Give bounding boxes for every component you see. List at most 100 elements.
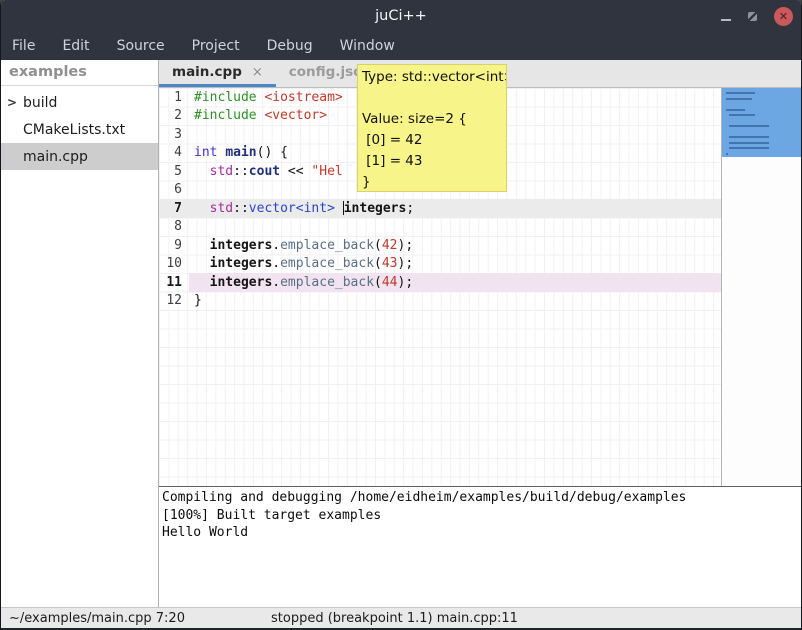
menu-bar: File Edit Source Project Debug Window — [1, 32, 801, 60]
token: <iostream> — [264, 90, 342, 105]
tree-item-label: CMakeLists.txt — [23, 122, 125, 138]
tree-item-build[interactable]: > build — [1, 89, 158, 116]
token: <vector> — [264, 108, 327, 123]
tree-item-CMakeLists.txt[interactable]: CMakeLists.txt — [1, 116, 158, 143]
console-line: Hello World — [162, 524, 801, 542]
menu-file[interactable]: File — [12, 38, 35, 54]
minimap-line — [726, 153, 728, 155]
line-number[interactable]: 8 — [159, 219, 189, 234]
tooltip-line: } — [362, 172, 502, 192]
code-line-11[interactable]: 11 integers.emplace_back(44); — [159, 273, 721, 292]
file-tree: > build CMakeLists.txt main.cpp — [1, 86, 158, 170]
tooltip-line: Value: size=2 { — [362, 109, 502, 130]
menu-window[interactable]: Window — [340, 38, 395, 54]
token: integers — [210, 238, 273, 253]
line-number[interactable]: 12 — [159, 293, 189, 308]
token: . — [272, 238, 280, 253]
token: ( — [374, 256, 382, 271]
menu-debug[interactable]: Debug — [267, 38, 313, 54]
minimap[interactable] — [721, 88, 801, 486]
token — [194, 201, 210, 216]
token: "Hel — [311, 164, 342, 179]
line-text: std::vector<int> integers; — [189, 199, 721, 218]
close-button[interactable]: ✕ — [774, 7, 793, 26]
line-number[interactable]: 9 — [159, 238, 189, 253]
debug-tooltip: Type: std::vector<int> Value: size=2 { [… — [357, 64, 507, 192]
tab-label: main.cpp — [172, 64, 242, 80]
debug-status: stopped (breakpoint 1.1) main.cpp:11 — [271, 611, 518, 626]
maximize-icon[interactable] — [748, 12, 757, 21]
token: ); — [398, 238, 414, 253]
token: emplace_back — [280, 256, 374, 271]
token: ); — [398, 256, 414, 271]
close-icon: ✕ — [779, 11, 788, 22]
token: :: — [233, 201, 249, 216]
tooltip-line — [362, 88, 502, 109]
line-number[interactable]: 5 — [159, 164, 189, 179]
token: #include — [194, 90, 264, 105]
minimap-line — [729, 114, 755, 116]
token: 44 — [382, 275, 398, 290]
minimap-viewport[interactable] — [722, 88, 801, 157]
project-name: examples — [1, 60, 158, 86]
code-line-10[interactable]: 10 integers.emplace_back(43); — [159, 255, 721, 274]
token: :: — [233, 164, 249, 179]
tooltip-line: [0] = 42 — [362, 130, 502, 151]
minimap-line — [726, 92, 755, 94]
line-number[interactable]: 7 — [159, 201, 189, 216]
tree-item-label: main.cpp — [23, 149, 88, 165]
token: vector<int> — [249, 201, 335, 216]
token: ( — [374, 275, 382, 290]
line-number[interactable]: 1 — [159, 90, 189, 105]
output-console[interactable]: Compiling and debugging /home/eidheim/ex… — [159, 486, 801, 607]
menu-source[interactable]: Source — [117, 38, 165, 54]
token — [194, 164, 210, 179]
app-window: juCi++ ✕ File Edit Source Project Debug Windo… — [0, 0, 802, 630]
line-number[interactable]: 10 — [159, 256, 189, 271]
status-bar: ~/examples/main.cpp 7:20 stopped (breakp… — [1, 607, 801, 628]
token: 43 — [382, 256, 398, 271]
code-line-12[interactable]: 12} — [159, 292, 721, 311]
code-line-7[interactable]: 7 std::vector<int> integers; — [159, 199, 721, 218]
token: () { — [257, 145, 288, 160]
token: . — [272, 256, 280, 271]
line-number[interactable]: 6 — [159, 182, 189, 197]
token: #include — [194, 108, 264, 123]
minimap-line — [729, 125, 769, 127]
tree-item-label: build — [23, 95, 57, 111]
minimap-line — [729, 142, 769, 144]
token: ); — [398, 275, 414, 290]
tab-main.cpp[interactable]: main.cpp × — [159, 60, 276, 87]
line-text: integers.emplace_back(43); — [189, 255, 721, 274]
token: int — [194, 145, 217, 160]
line-number[interactable]: 4 — [159, 145, 189, 160]
token — [194, 256, 210, 271]
token: << — [280, 164, 311, 179]
menu-project[interactable]: Project — [192, 38, 240, 54]
token: cout — [249, 164, 280, 179]
line-number[interactable]: 11 — [159, 275, 189, 290]
token: std — [210, 201, 233, 216]
tree-item-main.cpp[interactable]: main.cpp — [1, 143, 158, 170]
token: . — [272, 275, 280, 290]
token: integers — [210, 256, 273, 271]
line-number[interactable]: 2 — [159, 108, 189, 123]
line-text: } — [189, 292, 721, 311]
console-line: Compiling and debugging /home/eidheim/ex… — [162, 489, 801, 507]
token: integers — [210, 275, 273, 290]
menu-edit[interactable]: Edit — [62, 38, 89, 54]
code-line-9[interactable]: 9 integers.emplace_back(42); — [159, 236, 721, 255]
minimap-line — [729, 147, 769, 149]
window-controls: ✕ — [721, 0, 793, 32]
titlebar[interactable]: juCi++ ✕ — [1, 0, 801, 32]
token — [194, 275, 210, 290]
minimize-icon[interactable] — [721, 12, 731, 21]
line-number[interactable]: 3 — [159, 127, 189, 142]
console-line: [100%] Built target examples — [162, 507, 801, 525]
tab-close-icon[interactable]: × — [252, 65, 263, 80]
tooltip-line: [1] = 43 — [362, 151, 502, 172]
expander-icon[interactable]: > — [7, 95, 17, 109]
line-text — [189, 218, 721, 237]
token: } — [194, 293, 202, 308]
code-line-8[interactable]: 8 — [159, 218, 721, 237]
